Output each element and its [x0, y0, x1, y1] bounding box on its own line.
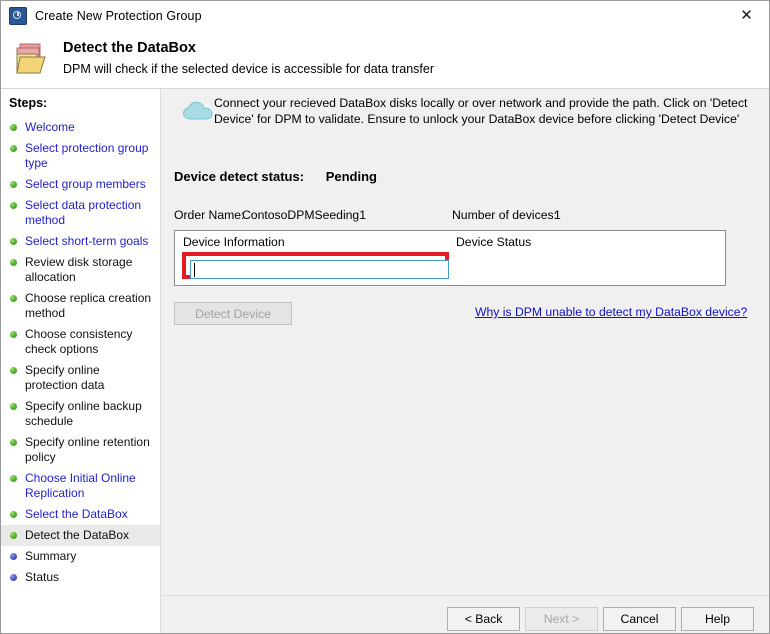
sidebar-item-label: Status	[25, 570, 59, 584]
sidebar-item-label: Select group members	[25, 177, 146, 191]
number-of-devices-label: Number of devices:	[452, 208, 557, 222]
sidebar-item-label: Summary	[25, 549, 76, 563]
step-complete-bullet-icon	[10, 475, 17, 482]
column-header-device-status: Device Status	[456, 235, 531, 249]
number-of-devices-value: 1	[554, 208, 561, 222]
device-information-input[interactable]	[190, 260, 449, 279]
cloud-icon	[182, 99, 216, 123]
sidebar-item-specify-online-protection-data: Specify online protection data	[1, 360, 160, 396]
sidebar-item-label: Specify online protection data	[25, 363, 104, 392]
sidebar-item-label: Select the DataBox	[25, 507, 128, 521]
why-unable-to-detect-link[interactable]: Why is DPM unable to detect my DataBox d…	[475, 305, 747, 319]
step-pending-bullet-icon	[10, 574, 17, 581]
sidebar-item-label: Detect the DataBox	[25, 528, 129, 542]
sidebar-item-choose-consistency-check-options: Choose consistency check options	[1, 324, 160, 360]
step-complete-bullet-icon	[10, 238, 17, 245]
next-button: Next >	[525, 607, 598, 631]
step-complete-bullet-icon	[10, 532, 17, 539]
annotation-highlight-box	[182, 252, 449, 279]
sidebar-item-select-data-protection-method[interactable]: Select data protection method	[1, 195, 160, 231]
step-complete-bullet-icon	[10, 511, 17, 518]
page-subtitle: DPM will check if the selected device is…	[63, 62, 434, 76]
steps-sidebar: Steps: Welcome Select protection group ty…	[1, 89, 161, 634]
sidebar-item-label: Select protection group type	[25, 141, 148, 170]
detect-device-button[interactable]: Detect Device	[174, 302, 292, 325]
steps-heading: Steps:	[9, 96, 47, 110]
device-detect-status-label: Device detect status:	[174, 169, 304, 184]
sidebar-item-label: Specify online backup schedule	[25, 399, 142, 428]
dialog-footer: < Back Next > Cancel Help	[162, 595, 769, 634]
column-header-device-information: Device Information	[183, 235, 285, 249]
sidebar-item-review-disk-storage-allocation: Review disk storage allocation	[1, 252, 160, 288]
window-title: Create New Protection Group	[35, 9, 202, 23]
sidebar-item-select-short-term-goals[interactable]: Select short-term goals	[1, 231, 160, 252]
step-complete-bullet-icon	[10, 295, 17, 302]
sidebar-item-select-protection-group-type[interactable]: Select protection group type	[1, 138, 160, 174]
sidebar-item-choose-replica-creation-method: Choose replica creation method	[1, 288, 160, 324]
device-table: Device Information Device Status	[174, 230, 726, 286]
sidebar-item-specify-online-retention-policy: Specify online retention policy	[1, 432, 160, 468]
steps-list: Welcome Select protection group type Selec…	[1, 117, 160, 588]
sidebar-item-status: Status	[1, 567, 160, 588]
cancel-button[interactable]: Cancel	[603, 607, 676, 631]
device-detect-status-value: Pending	[326, 169, 377, 184]
step-pending-bullet-icon	[10, 553, 17, 560]
sidebar-item-welcome[interactable]: Welcome	[1, 117, 160, 138]
sidebar-item-label: Choose replica creation method	[25, 291, 151, 320]
create-protection-group-dialog: Create New Protection Group ✕ Detect the…	[0, 0, 770, 634]
step-complete-bullet-icon	[10, 331, 17, 338]
sidebar-item-label: Choose Initial Online Replication	[25, 471, 136, 500]
close-icon[interactable]: ✕	[724, 1, 769, 30]
step-complete-bullet-icon	[10, 202, 17, 209]
step-complete-bullet-icon	[10, 403, 17, 410]
step-complete-bullet-icon	[10, 181, 17, 188]
back-button[interactable]: < Back	[447, 607, 520, 631]
sidebar-item-select-group-members[interactable]: Select group members	[1, 174, 160, 195]
clock-refresh-icon	[9, 7, 27, 25]
sidebar-item-detect-the-databox: Detect the DataBox	[1, 525, 160, 546]
notice-banner: Connect your recieved DataBox disks loca…	[162, 89, 769, 141]
page-title: Detect the DataBox	[63, 40, 196, 56]
sidebar-item-select-the-databox[interactable]: Select the DataBox	[1, 504, 160, 525]
notice-text: Connect your recieved DataBox disks loca…	[214, 95, 756, 127]
open-folder-icon	[15, 42, 53, 76]
step-complete-bullet-icon	[10, 124, 17, 131]
step-complete-bullet-icon	[10, 439, 17, 446]
sidebar-item-label: Choose consistency check options	[25, 327, 132, 356]
device-detect-status: Device detect status: Pending	[174, 169, 377, 184]
sidebar-item-label: Review disk storage allocation	[25, 255, 132, 284]
step-complete-bullet-icon	[10, 145, 17, 152]
title-bar: Create New Protection Group ✕	[1, 1, 769, 30]
sidebar-item-label: Select data protection method	[25, 198, 141, 227]
sidebar-item-summary: Summary	[1, 546, 160, 567]
step-complete-bullet-icon	[10, 367, 17, 374]
order-name-label: Order Name:	[174, 208, 244, 222]
help-button[interactable]: Help	[681, 607, 754, 631]
main-panel: Connect your recieved DataBox disks loca…	[162, 89, 769, 595]
sidebar-item-choose-initial-online-replication[interactable]: Choose Initial Online Replication	[1, 468, 160, 504]
sidebar-item-specify-online-backup-schedule: Specify online backup schedule	[1, 396, 160, 432]
page-header: Detect the DataBox DPM will check if the…	[1, 30, 769, 89]
text-caret	[194, 263, 195, 277]
sidebar-item-label: Welcome	[25, 120, 75, 134]
step-complete-bullet-icon	[10, 259, 17, 266]
sidebar-item-label: Select short-term goals	[25, 234, 148, 248]
order-name-value: ContosoDPMSeeding1	[242, 208, 366, 222]
sidebar-item-label: Specify online retention policy	[25, 435, 150, 464]
